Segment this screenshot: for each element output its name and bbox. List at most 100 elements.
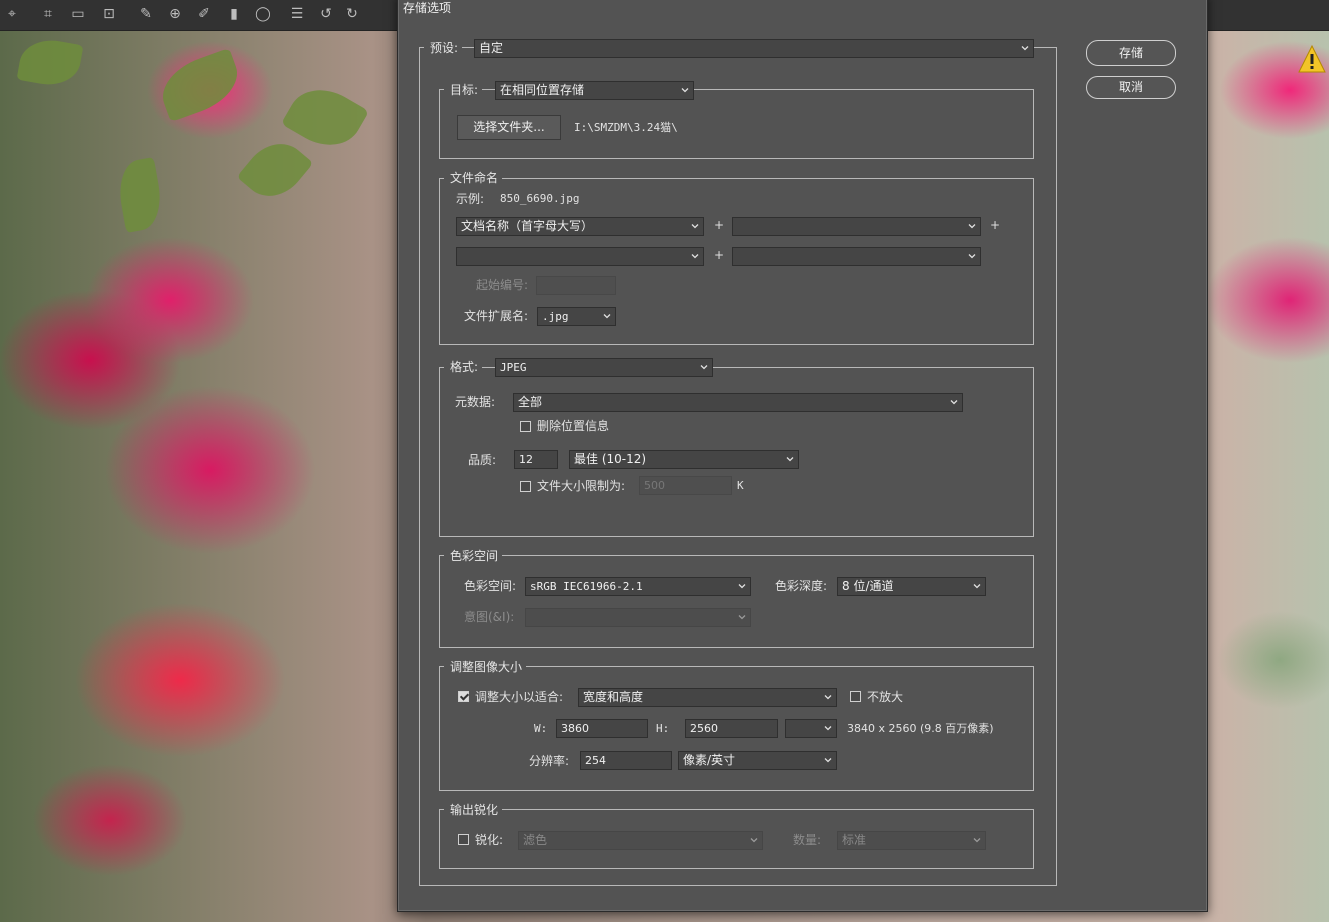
- file-naming-label: 文件命名: [444, 169, 503, 187]
- color-space-label: 色彩空间: [444, 547, 503, 565]
- choose-folder-button[interactable]: 选择文件夹...: [457, 115, 561, 140]
- dialog-title: 存储选项: [403, 1, 452, 15]
- height-label: H:: [656, 722, 670, 735]
- chevron-down-icon: [1021, 46, 1029, 51]
- example-label: 示例:: [456, 192, 485, 206]
- chevron-down-icon: [603, 314, 611, 319]
- chevron-down-icon: [738, 615, 746, 620]
- color-depth-value: 8 位/通道: [842, 579, 894, 593]
- chevron-down-icon: [750, 838, 758, 843]
- color-space-field-label: 色彩空间:: [464, 579, 517, 593]
- chevron-down-icon: [738, 584, 746, 589]
- chevron-down-icon: [681, 88, 689, 93]
- plus-sign: +: [714, 248, 725, 262]
- resize-fit-checkbox[interactable]: [458, 691, 469, 702]
- start-number-label: 起始编号:: [476, 278, 529, 292]
- unit-select[interactable]: [785, 719, 837, 738]
- sharpen-legend: 输出锐化: [444, 801, 503, 819]
- dont-enlarge-label[interactable]: 不放大: [867, 687, 903, 707]
- naming-field-1[interactable]: 文档名称（首字母大写）: [456, 217, 704, 236]
- chevron-down-icon: [786, 457, 794, 462]
- naming-field-1-value: 文档名称（首字母大写）: [461, 219, 594, 233]
- radial-filter-icon[interactable]: ◯: [255, 6, 271, 22]
- amount-label: 数量:: [793, 833, 822, 847]
- destination-path: I:\SMZDM\3.24猫\: [574, 121, 678, 134]
- naming-field-3[interactable]: [456, 247, 704, 266]
- chevron-down-icon: [973, 584, 981, 589]
- preset-select[interactable]: 自定: [474, 39, 1034, 58]
- naming-field-4[interactable]: [732, 247, 981, 266]
- chevron-down-icon: [968, 224, 976, 229]
- rotate-right-icon[interactable]: ↻: [344, 6, 360, 22]
- naming-field-2[interactable]: [732, 217, 981, 236]
- resize-fit-label[interactable]: 调整大小以适合:: [475, 687, 563, 707]
- save-button[interactable]: 存储: [1086, 40, 1176, 66]
- width-input[interactable]: 3860: [556, 719, 648, 738]
- color-depth-label: 色彩深度:: [775, 579, 828, 593]
- resolution-unit-select[interactable]: 像素/英寸: [678, 751, 837, 770]
- cancel-button[interactable]: 取消: [1086, 76, 1176, 99]
- preset-label: 预设:: [424, 39, 463, 57]
- start-number-input[interactable]: [536, 276, 616, 295]
- rotate-left-icon[interactable]: ↺: [318, 6, 334, 22]
- sharpen-label[interactable]: 锐化:: [475, 830, 503, 850]
- intent-select[interactable]: [525, 608, 751, 627]
- target-adjust-icon[interactable]: ⌖: [4, 6, 20, 22]
- red-eye-icon[interactable]: ⊕: [167, 6, 183, 22]
- crop-icon[interactable]: ⌗: [40, 6, 56, 22]
- sharpen-checkbox[interactable]: [458, 834, 469, 845]
- transform-icon[interactable]: ⊡: [101, 6, 117, 22]
- resolution-label: 分辨率:: [529, 754, 570, 768]
- destination-value: 在相同位置存储: [500, 83, 585, 97]
- quality-preset-select[interactable]: 最佳 (10-12): [569, 450, 799, 469]
- chevron-down-icon: [950, 400, 958, 405]
- chevron-down-icon: [973, 838, 981, 843]
- list-icon[interactable]: ☰: [289, 6, 305, 22]
- remove-location-label[interactable]: 删除位置信息: [537, 416, 609, 436]
- resolution-input[interactable]: 254: [580, 751, 672, 770]
- graduated-filter-icon[interactable]: ▮: [226, 6, 242, 22]
- limit-size-input[interactable]: 500: [639, 476, 732, 495]
- quality-input[interactable]: 12: [514, 450, 558, 469]
- toolbar: ⌖ ⌗ ▭ ⊡ ✎ ⊕ ✐ ▮ ◯ ☰ ↺ ↻: [0, 0, 398, 31]
- amount-select[interactable]: 标准: [837, 831, 986, 850]
- dont-enlarge-checkbox[interactable]: [850, 691, 861, 702]
- resize-label: 调整图像大小: [444, 658, 527, 676]
- quality-label: 品质:: [468, 453, 497, 467]
- sharpen-select[interactable]: 滤色: [518, 831, 763, 850]
- straighten-icon[interactable]: ▭: [70, 6, 86, 22]
- chevron-down-icon: [691, 254, 699, 259]
- amount-value: 标准: [842, 833, 867, 847]
- resolution-unit-value: 像素/英寸: [683, 753, 736, 767]
- chevron-down-icon: [824, 726, 832, 731]
- chevron-down-icon: [691, 224, 699, 229]
- plus-sign: +: [714, 218, 725, 232]
- dimensions-readout: 3840 x 2560 (9.8 百万像素): [847, 722, 994, 735]
- height-input[interactable]: 2560: [685, 719, 778, 738]
- quality-preset-value: 最佳 (10-12): [574, 452, 647, 466]
- extension-select[interactable]: .jpg: [537, 307, 616, 326]
- save-options-dialog: 存储选项 存储 取消 预设: 自定 目标: 在相同位置存储 选择文件夹... I…: [397, 0, 1208, 912]
- format-select[interactable]: JPEG: [495, 358, 713, 377]
- metadata-select[interactable]: 全部: [513, 393, 963, 412]
- brush-icon[interactable]: ✐: [196, 6, 212, 22]
- remove-location-checkbox[interactable]: [520, 421, 531, 432]
- chevron-down-icon: [700, 365, 708, 370]
- limit-size-label[interactable]: 文件大小限制为:: [537, 476, 625, 496]
- spot-removal-icon[interactable]: ✎: [138, 6, 154, 22]
- intent-label: 意图(&I):: [464, 610, 515, 624]
- extension-label: 文件扩展名:: [464, 309, 529, 323]
- color-space-select[interactable]: sRGB IEC61966-2.1: [525, 577, 751, 596]
- format-label: 格式:: [444, 358, 483, 376]
- warning-icon[interactable]: [1298, 44, 1326, 74]
- destination-select[interactable]: 在相同位置存储: [495, 81, 694, 100]
- color-space-value: sRGB IEC61966-2.1: [530, 580, 643, 593]
- color-depth-select[interactable]: 8 位/通道: [837, 577, 986, 596]
- resize-fit-select[interactable]: 宽度和高度: [578, 688, 837, 707]
- chevron-down-icon: [824, 758, 832, 763]
- limit-size-checkbox[interactable]: [520, 481, 531, 492]
- plus-sign: +: [990, 218, 1001, 232]
- limit-size-unit: K: [737, 479, 744, 492]
- chevron-down-icon: [968, 254, 976, 259]
- chevron-down-icon: [824, 695, 832, 700]
